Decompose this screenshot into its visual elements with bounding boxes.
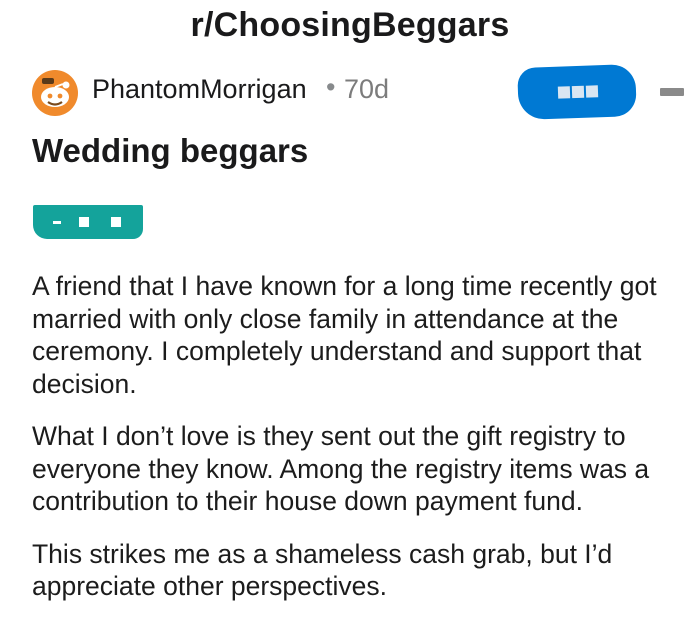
redaction-mark: [585, 85, 599, 98]
more-options-icon[interactable]: [660, 88, 684, 96]
meta-separator: •: [326, 72, 336, 102]
redaction-mark: [557, 86, 571, 99]
post-paragraph: A friend that I have known for a long ti…: [32, 271, 657, 399]
redaction-mark: [571, 85, 585, 99]
post-title[interactable]: Wedding beggars: [32, 132, 308, 170]
post-meta-row: PhantomMorrigan • 70d: [32, 63, 684, 121]
post-age: 70d: [344, 74, 390, 104]
post-author[interactable]: PhantomMorrigan: [92, 74, 307, 105]
join-button[interactable]: [517, 63, 637, 121]
post-flair[interactable]: [33, 205, 143, 239]
reddit-avatar-icon[interactable]: [32, 70, 78, 116]
redaction-mark: [53, 221, 61, 224]
post-paragraph: What I don’t love is they sent out the g…: [32, 421, 650, 516]
subreddit-title[interactable]: r/ChoosingBeggars: [0, 6, 700, 45]
redaction-mark: [111, 217, 121, 227]
post-body: A friend that I have known for a long ti…: [32, 270, 684, 623]
redaction-mark: [79, 217, 89, 227]
post-paragraph: This strikes me as a shameless cash grab…: [32, 538, 613, 602]
